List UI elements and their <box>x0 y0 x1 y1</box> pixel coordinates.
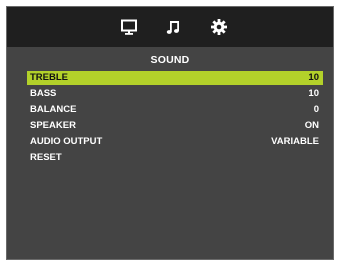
menu-item-value: 10 <box>308 88 319 99</box>
sound-menu-list: TREBLE 10 BASS 10 BALANCE 0 SPEAKER ON A… <box>27 71 323 167</box>
gear-icon[interactable] <box>210 18 228 36</box>
menu-item-reset[interactable]: RESET <box>27 151 323 165</box>
menu-item-label: BALANCE <box>30 104 77 115</box>
menu-item-value: 10 <box>308 72 319 83</box>
menu-item-label: RESET <box>30 152 62 163</box>
menu-item-value: VARIABLE <box>271 136 319 147</box>
menu-item-label: TREBLE <box>30 72 68 83</box>
monitor-icon[interactable] <box>120 18 138 36</box>
menu-item-value: 0 <box>313 104 319 115</box>
menu-section-title: SOUND <box>150 54 190 66</box>
music-note-icon[interactable] <box>165 18 183 36</box>
menu-item-label: SPEAKER <box>30 120 76 131</box>
menu-item-audio-output[interactable]: AUDIO OUTPUT VARIABLE <box>27 135 323 149</box>
menu-item-treble[interactable]: TREBLE 10 <box>27 71 323 85</box>
menu-tab-bar <box>7 7 333 47</box>
menu-item-label: BASS <box>30 88 57 99</box>
menu-item-speaker[interactable]: SPEAKER ON <box>27 119 323 133</box>
menu-item-label: AUDIO OUTPUT <box>30 136 103 147</box>
menu-item-value: ON <box>304 120 319 131</box>
osd-menu-panel: SOUND TREBLE 10 BASS 10 BALANCE 0 SPEAKE… <box>6 6 334 260</box>
menu-item-balance[interactable]: BALANCE 0 <box>27 103 323 117</box>
menu-item-bass[interactable]: BASS 10 <box>27 87 323 101</box>
